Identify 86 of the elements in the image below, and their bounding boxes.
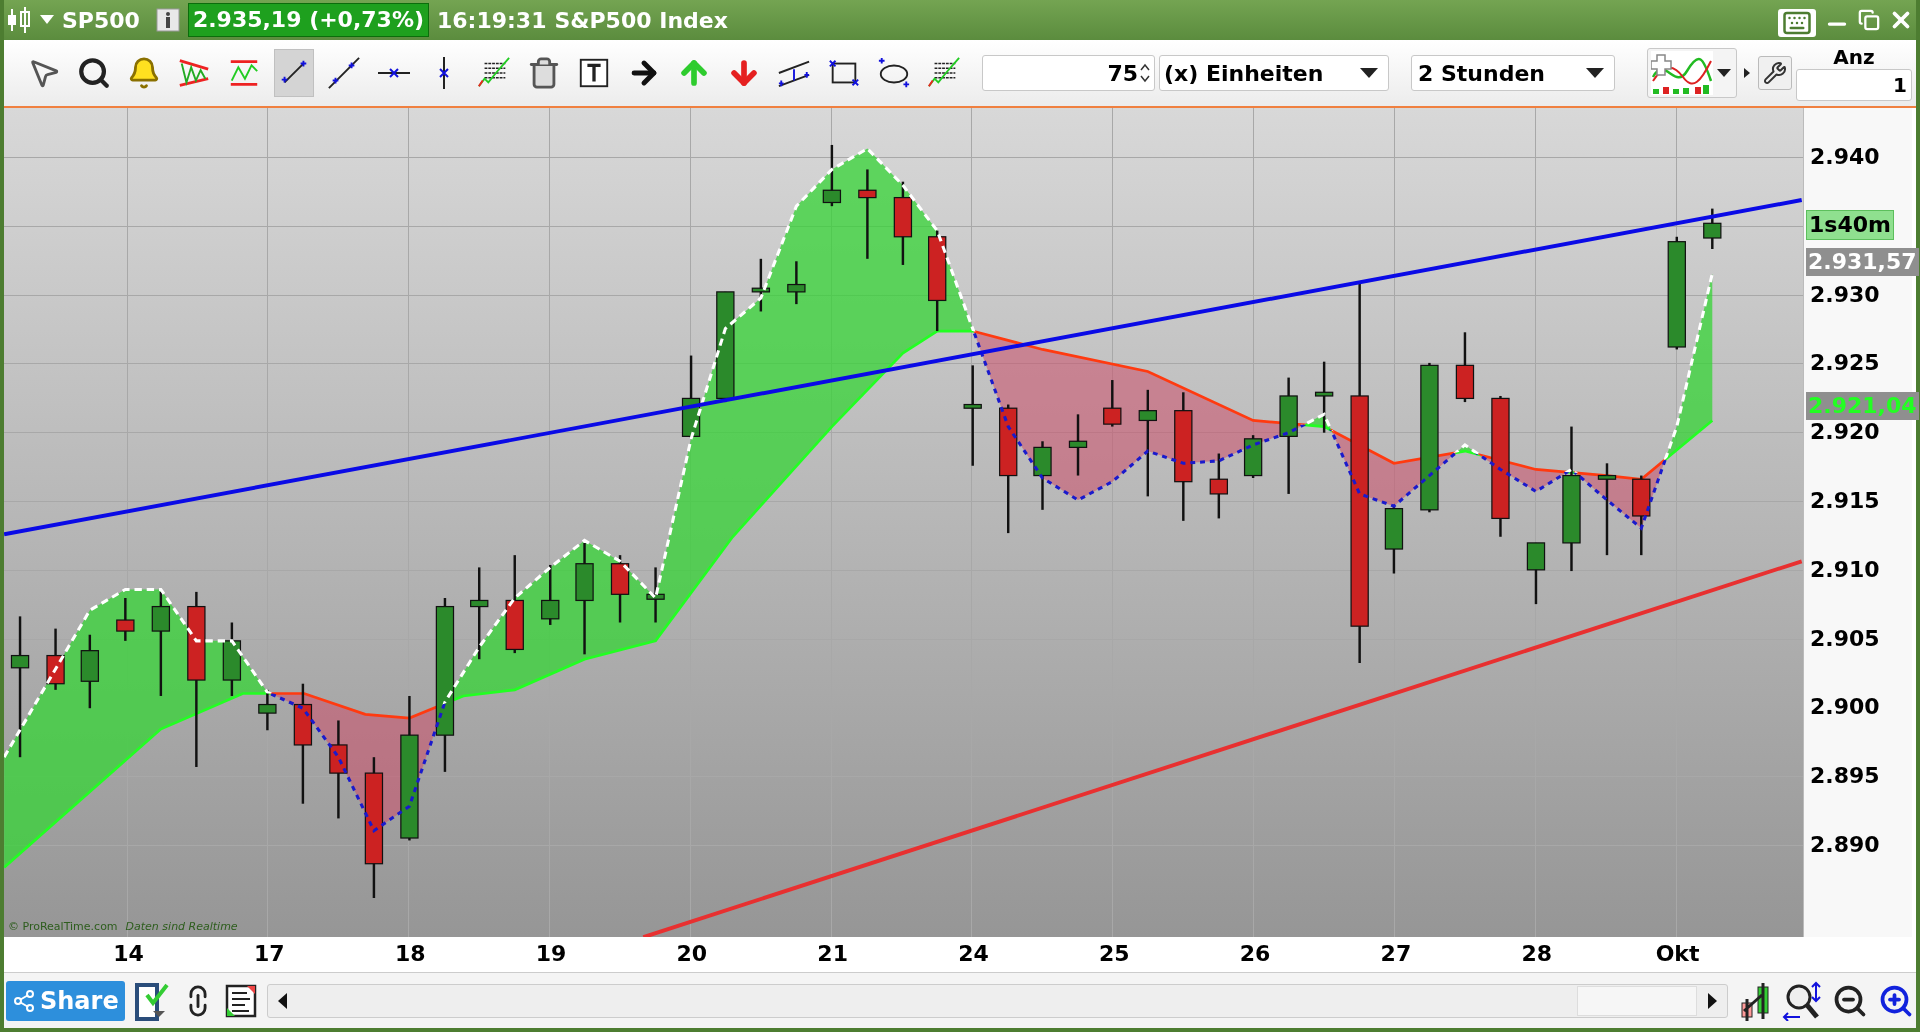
units-dropdown[interactable]: (x) Einheiten [1159,55,1389,91]
candlestick [646,567,665,623]
quantity-field[interactable]: 75 [982,55,1155,91]
zoom-fit-icon[interactable] [1782,980,1822,1021]
candlestick [258,689,277,731]
candlestick [1243,435,1263,478]
price-axis-label: 2.940 [1810,145,1880,169]
interval-dropdown[interactable]: 2 Stunden [1411,55,1615,91]
candlestick [610,555,630,623]
candlestick [787,261,806,305]
trash-icon [527,56,561,90]
spinner-icon[interactable] [1140,61,1150,85]
dropdown-arrow-icon [1717,69,1731,77]
caret-icon[interactable] [40,15,54,25]
candlestick-icon [6,5,32,35]
indicator-chart-icon [1651,51,1713,95]
candlestick [1209,453,1228,519]
bell-icon [127,56,161,90]
magnifier-icon [77,56,111,90]
date-axis-label: 21 [817,941,848,967]
candlestick [541,564,560,625]
indicator-button[interactable] [1647,48,1737,98]
candlestick [1703,208,1722,249]
hline-icon [377,68,411,78]
candlestick [1033,441,1052,510]
line-icon [327,56,361,90]
ellipse-icon [877,56,911,90]
date-axis-label: 25 [1098,941,1130,967]
dropdown-arrow-icon [1360,68,1378,78]
price-tag: 2.931,57 [1806,248,1919,276]
price-axis-label: 2.890 [1810,833,1880,857]
keyboard-button[interactable] [1778,9,1816,37]
candlestick [46,628,65,690]
candlestick [1384,506,1404,574]
candlestick [1526,542,1546,605]
checklist-icon[interactable] [134,980,171,1021]
candlestick [1068,414,1088,476]
triangle-icon [177,56,211,90]
date-axis-label: 19 [535,941,567,967]
date-axis-label: 28 [1521,941,1553,967]
date-axis-label: 18 [394,941,426,967]
expand-arrow-icon[interactable] [1744,68,1750,78]
order-list-icon[interactable] [224,983,257,1018]
horizontal-scrollbar[interactable] [266,983,1728,1018]
price-badge: 2.935,19 (+0,73%) [187,3,429,37]
scrollbar-thumb[interactable] [1577,985,1697,1016]
price-tag: 1s40m [1806,210,1894,240]
tool-button[interactable] [274,49,314,97]
price-axis-label: 2.900 [1810,695,1880,720]
date-axis-label: 14 [113,941,144,967]
price-axis-label: 2.905 [1810,626,1880,651]
vline-icon [439,56,449,90]
candlestick [116,598,135,641]
price-axis-label: 2.920 [1810,420,1880,445]
candlestick [1314,361,1334,433]
restore-icon[interactable] [1858,9,1880,31]
price-axis-label: 2.895 [1810,764,1880,789]
candlestick [1103,380,1122,427]
price-axis-label: 2.925 [1810,351,1880,376]
count-field[interactable]: 1 [1796,69,1912,101]
price-axis-label: 2.930 [1810,282,1880,307]
copyright-text: © ProRealTime.com [8,918,118,935]
text-box-icon [577,56,611,90]
instrument-name: S&P500 Index [554,6,728,35]
price-levels-icon [927,56,961,90]
price-axis-label: 2.915 [1810,489,1880,513]
date-axis-label: Okt [1655,941,1700,967]
settings-button[interactable] [1758,56,1792,90]
date-axis-label: 27 [1380,941,1412,967]
candle-settings-icon[interactable] [1738,980,1772,1021]
price-axis-label: 2.910 [1810,557,1880,582]
time-label: 16:19:31 [437,6,547,35]
date-axis-label: 26 [1239,941,1271,967]
share-icon [12,988,36,1013]
dropdown-arrow-icon [1586,68,1604,78]
date-axis-label: 20 [676,941,708,967]
count-label: Anz [1833,45,1875,69]
info-icon[interactable] [155,8,180,32]
price-tag: 2.921,04 [1806,392,1919,420]
candlestick [822,144,842,207]
date-axis-label: 24 [958,941,989,967]
candlestick [751,258,771,312]
date-axis-label: 17 [254,941,285,967]
candlestick [1455,332,1475,403]
data-note: Daten sind Realtime [125,918,238,935]
price-levels-icon [477,56,511,90]
